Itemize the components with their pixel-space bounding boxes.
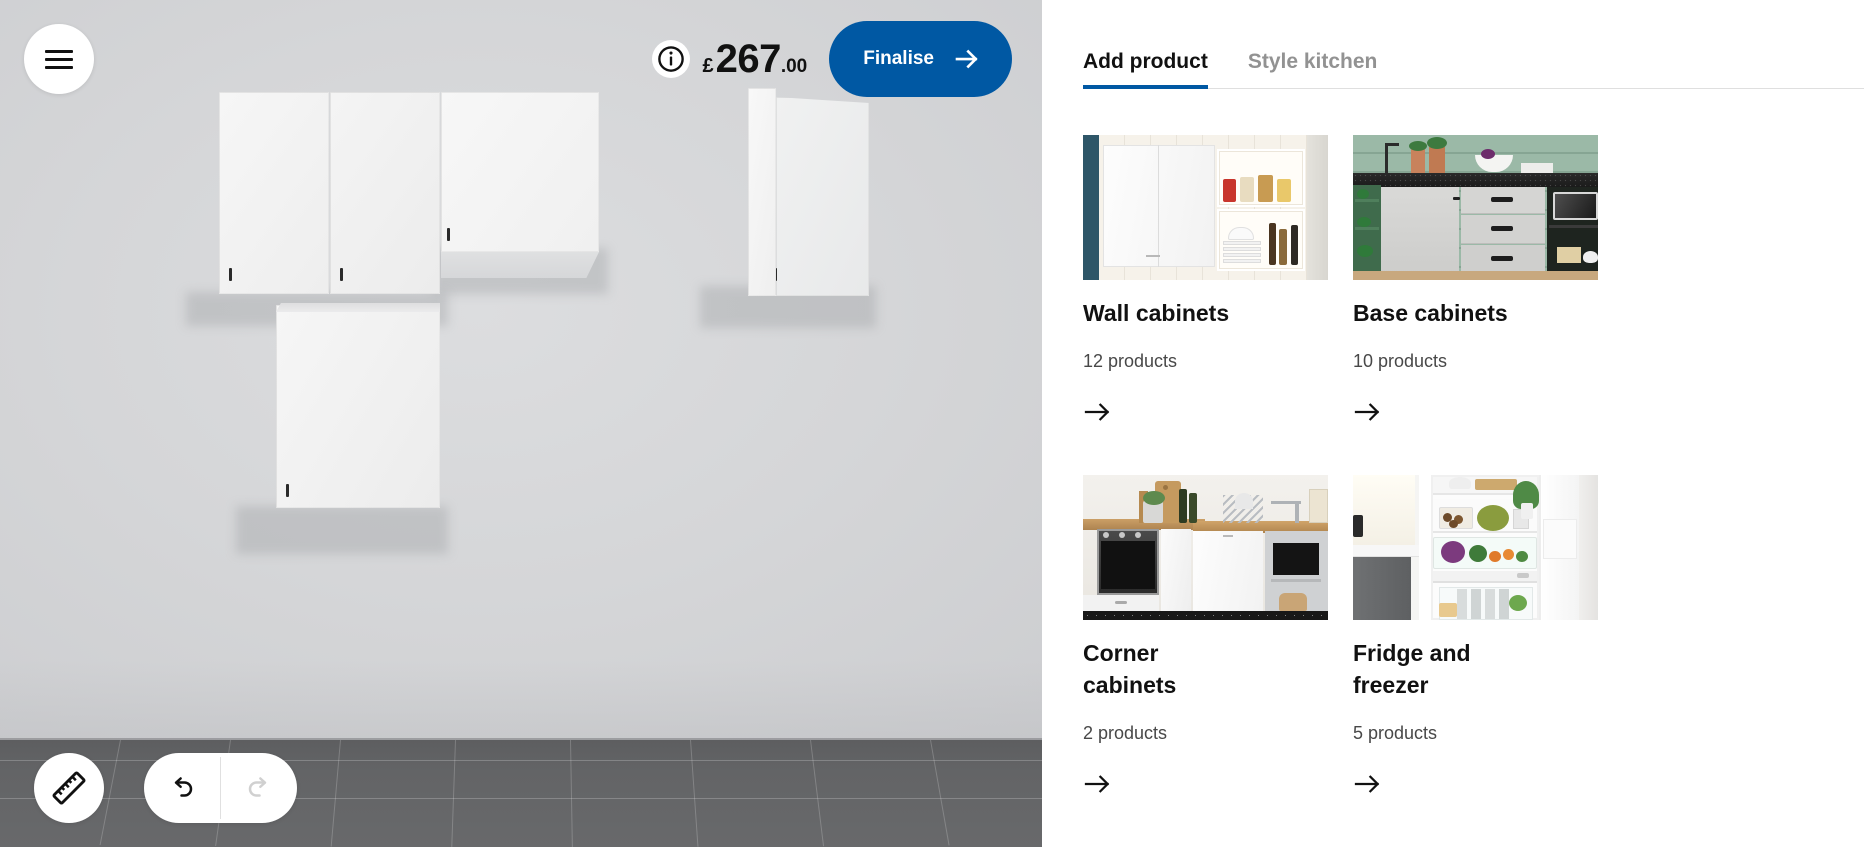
category-card-corner-cabinets[interactable]: Corner cabinets 2 products <box>1083 475 1328 815</box>
grid-spacer <box>1623 135 1864 475</box>
cabinet-shadow <box>236 506 448 554</box>
cabinet-handle <box>229 268 232 281</box>
category-card-wall-cabinets[interactable]: Wall cabinets 12 products <box>1083 135 1328 443</box>
category-count: 2 products <box>1083 722 1168 743</box>
wall-cabinet-unit[interactable] <box>219 92 329 294</box>
panel-tabs: Add product Style kitchen <box>1042 0 1864 89</box>
viewport-bottom-controls <box>34 753 297 823</box>
category-title: Base cabinets <box>1353 300 1508 326</box>
tall-cabinet-unit[interactable] <box>276 305 440 508</box>
finalise-button[interactable]: Finalise <box>829 21 1012 97</box>
total-price: £ 267 .00 <box>702 39 807 79</box>
undo-button[interactable] <box>144 753 220 823</box>
arrow-right-icon <box>1354 402 1380 421</box>
category-arrow[interactable] <box>1083 400 1328 429</box>
wall-cabinets-photo <box>1083 135 1328 280</box>
corner-cabinets-photo <box>1083 475 1328 621</box>
cabinet-handle <box>286 484 289 497</box>
category-count: 5 products <box>1353 722 1438 743</box>
cabinet-handle <box>340 268 343 281</box>
category-count: 10 products <box>1353 350 1448 371</box>
tall-cabinet-top <box>276 303 440 312</box>
wall-cabinet-unit[interactable] <box>441 92 599 252</box>
kitchen-planner-app: £ 267 .00 Finalise Add product Style kit… <box>0 0 1864 847</box>
wall-cabinet-unit-face[interactable] <box>776 97 869 296</box>
price-decimals: .00 <box>780 56 808 77</box>
category-count: 12 products <box>1083 350 1178 371</box>
redo-button[interactable] <box>221 753 297 823</box>
redo-icon <box>248 777 267 797</box>
product-panel: Add product Style kitchen Wall cabinets … <box>1042 0 1864 847</box>
kitchen-3d-viewport[interactable]: £ 267 .00 Finalise <box>0 0 1042 847</box>
category-title: Fridge and freezer <box>1353 640 1471 698</box>
wall-cabinet-underside <box>441 252 599 278</box>
category-card-base-cabinets[interactable]: Base cabinets 10 products <box>1353 135 1598 443</box>
category-card-fridge-and-freezer[interactable]: Fridge and freezer 5 products <box>1353 475 1598 815</box>
category-title: Wall cabinets <box>1083 300 1230 326</box>
base-cabinets-photo <box>1353 135 1598 280</box>
category-title: Corner cabinets <box>1083 640 1177 698</box>
hamburger-icon <box>45 49 73 69</box>
arrow-right-icon <box>1084 402 1110 421</box>
price-amount: 267 <box>715 37 782 81</box>
fridge-freezer-photo <box>1353 475 1598 621</box>
wall-cabinet-unit[interactable] <box>748 88 776 296</box>
tab-style-kitchen[interactable]: Style kitchen <box>1248 0 1378 89</box>
tab-add-product[interactable]: Add product <box>1083 0 1208 89</box>
category-arrow[interactable] <box>1353 400 1598 429</box>
viewport-topbar: £ 267 .00 Finalise <box>652 21 1012 97</box>
cabinet-handle <box>447 228 450 241</box>
wall-cabinet-unit[interactable] <box>330 92 440 294</box>
category-arrow[interactable] <box>1353 772 1598 801</box>
undo-icon <box>174 777 193 797</box>
price-currency: £ <box>702 55 714 77</box>
arrow-right-icon <box>1354 774 1380 793</box>
ruler-icon <box>52 771 86 805</box>
menu-button[interactable] <box>24 24 94 94</box>
arrow-right-icon <box>1084 774 1110 793</box>
measure-button[interactable] <box>34 753 104 823</box>
arrow-right-icon <box>955 49 978 69</box>
product-category-grid: Wall cabinets 12 products Base cabinets … <box>1083 89 1864 847</box>
category-arrow[interactable] <box>1083 772 1328 801</box>
undo-redo-group <box>144 753 297 823</box>
info-icon[interactable] <box>652 40 691 78</box>
finalise-label: Finalise <box>863 48 934 69</box>
